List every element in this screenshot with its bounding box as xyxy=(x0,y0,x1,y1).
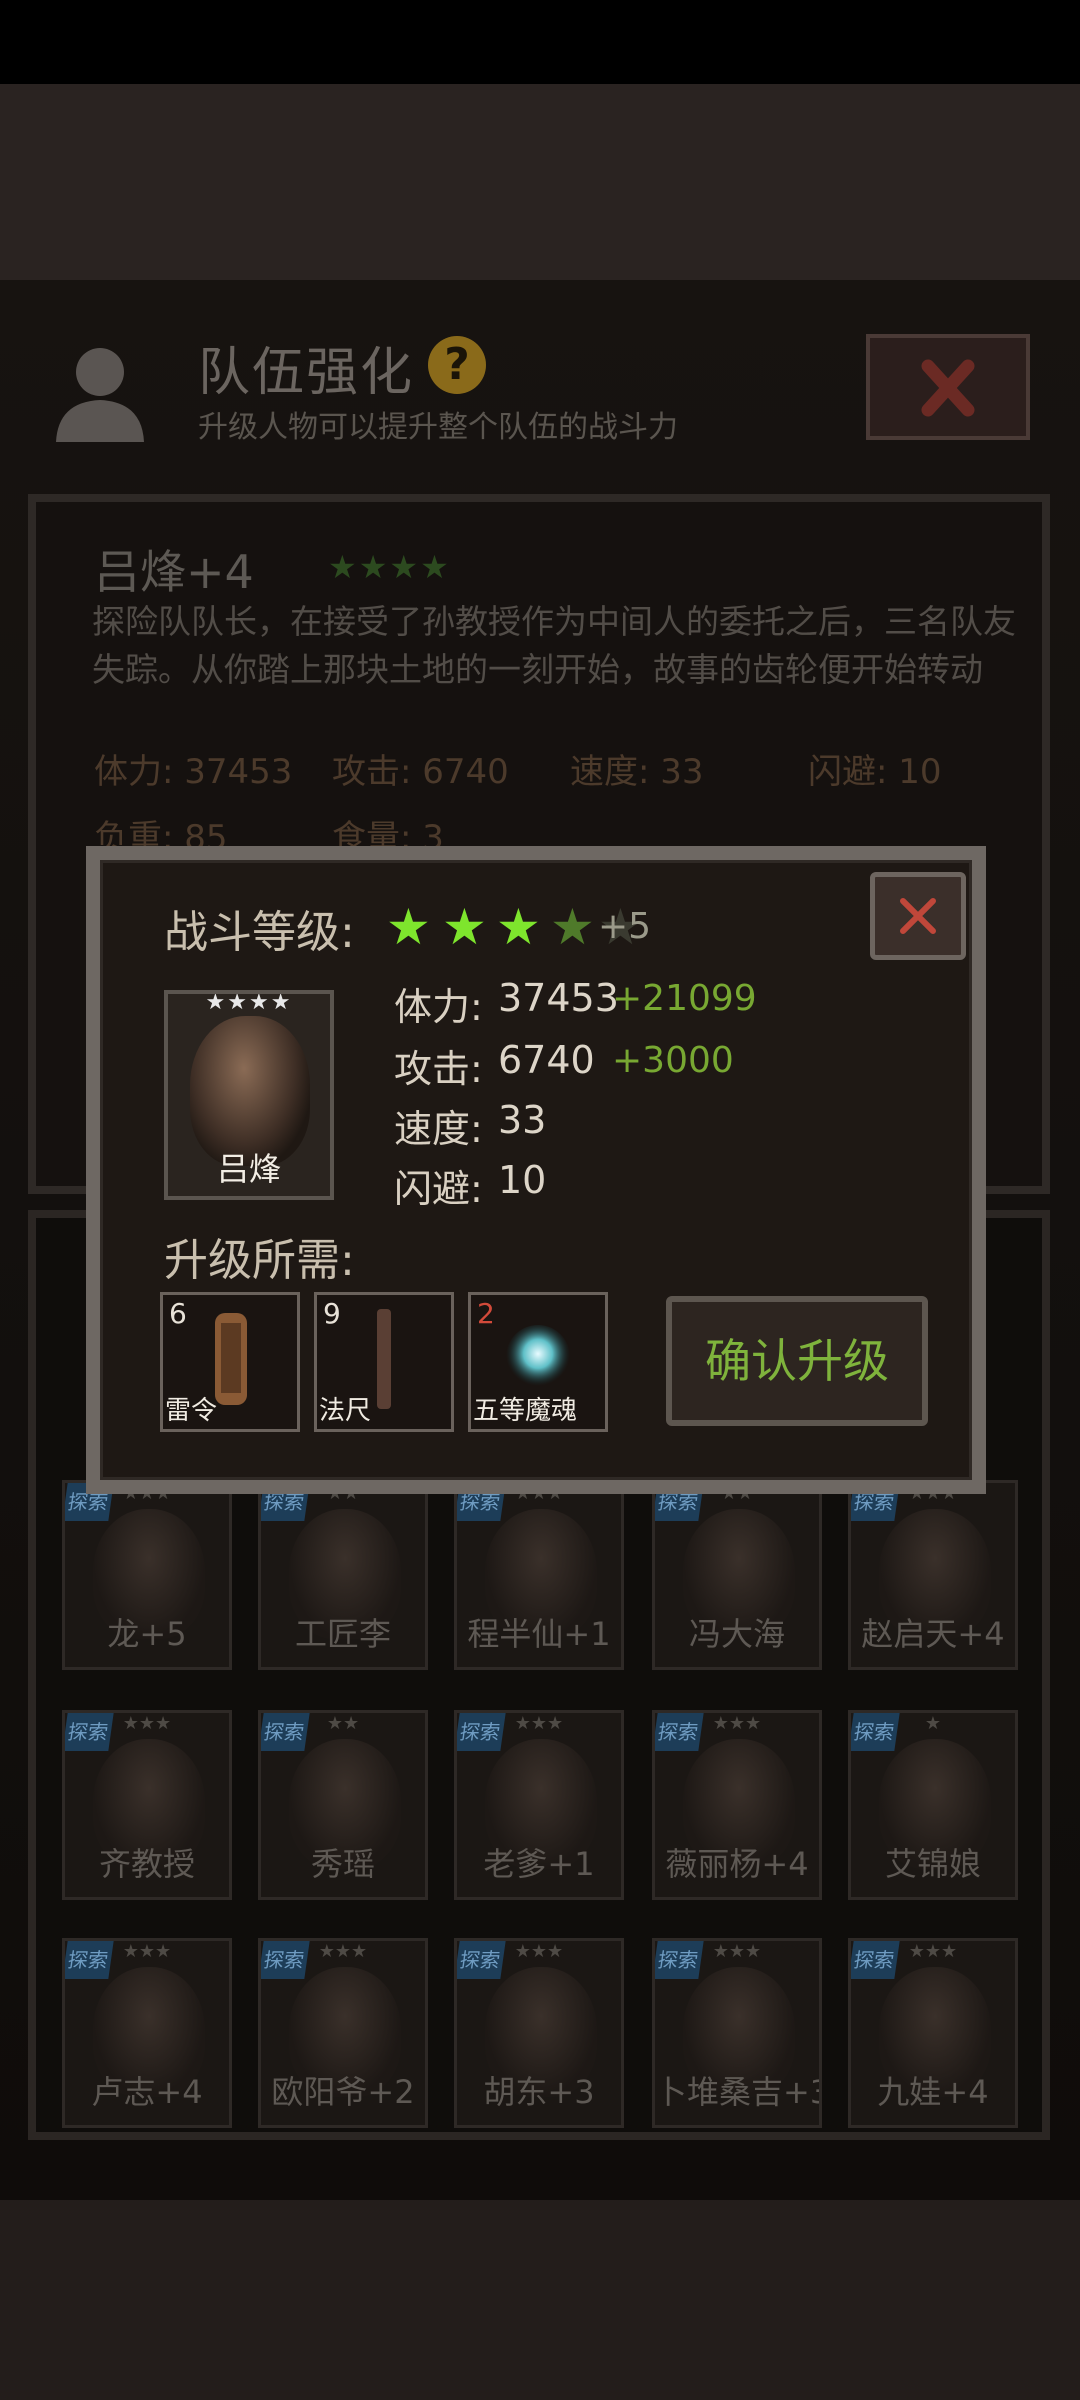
character-name: 吕烽+4 xyxy=(94,545,254,599)
item-name: 五等魔魂 xyxy=(473,1396,578,1426)
item-slot-thunder-token[interactable]: 6 雷令 xyxy=(160,1292,300,1432)
roster-hero-card[interactable]: 探索 ★★★ 欧阳爷+2 xyxy=(258,1938,428,2128)
item-count: 6 xyxy=(169,1297,187,1330)
star-icon: ★ xyxy=(442,898,487,956)
close-icon xyxy=(921,359,975,417)
confirm-upgrade-button[interactable]: 确认升级 xyxy=(666,1296,928,1426)
roster-hero-card[interactable]: 探索★★工匠李 xyxy=(258,1480,428,1670)
roster-hero-card[interactable]: 探索 ★★★ 卢志+4 xyxy=(62,1938,232,2128)
star-icon: ★ xyxy=(386,898,431,956)
portrait-name: 吕烽 xyxy=(216,1150,281,1188)
help-icon[interactable]: ? xyxy=(428,336,486,394)
item-slot-ritual-ruler[interactable]: 9 法尺 xyxy=(314,1292,454,1432)
portrait-stars: ★★★★ xyxy=(205,990,293,1015)
stat-dodge: 闪避: 10 xyxy=(808,752,942,792)
item-count: 9 xyxy=(323,1297,341,1330)
page-title: 队伍强化 xyxy=(198,343,415,403)
hero-name: 龙+5 xyxy=(107,1615,187,1653)
roster-hero-card[interactable]: 探索 ★★★ 卜堆桑吉+3 xyxy=(652,1938,822,2128)
hero-name: 胡东+3 xyxy=(483,2073,595,2111)
star-plus-label: +5 xyxy=(598,906,652,947)
page-subtitle: 升级人物可以提升整个队伍的战斗力 xyxy=(198,410,678,445)
hero-name: 欧阳爷+2 xyxy=(271,2073,415,2111)
hero-stars: ★★★ xyxy=(514,1941,564,1962)
stat-speed: 速度: 33 xyxy=(570,752,704,792)
hero-name: 程半仙+1 xyxy=(467,1615,611,1653)
hero-name: 卜堆桑吉+3 xyxy=(655,2073,822,2111)
top-banner-area xyxy=(0,84,1080,280)
roster-hero-card[interactable]: 探索 ★★ 秀瑶 xyxy=(258,1710,428,1900)
popup-stat-value: 37453 xyxy=(498,976,619,1020)
character-stars: ★★★★ xyxy=(328,548,451,586)
roster-hero-card[interactable]: 探索★★★龙+5 xyxy=(62,1480,232,1670)
character-description: 探险队队长，在接受了孙教授作为中间人的委托之后，三名队友失踪。从你踏上那块土地的… xyxy=(92,602,1016,689)
popup-stat-label: 攻击: xyxy=(394,1047,483,1091)
hero-name: 老爹+1 xyxy=(483,1845,595,1883)
popup-stat-bonus: +3000 xyxy=(612,1040,734,1081)
item-count: 2 xyxy=(477,1297,495,1330)
roster-hero-card[interactable]: 探索 ★★★ 老爹+1 xyxy=(454,1710,624,1900)
popup-stat-value: 6740 xyxy=(498,1038,595,1082)
hero-stars: ★★★ xyxy=(908,1941,958,1962)
hero-stars: ★ xyxy=(924,1713,942,1734)
close-icon xyxy=(900,898,936,934)
roster-hero-card[interactable]: 探索 ★★★ 薇丽杨+4 xyxy=(652,1710,822,1900)
item-name: 法尺 xyxy=(319,1396,372,1426)
combat-level-label: 战斗等级: xyxy=(164,907,355,958)
character-portrait: ★★★★ 吕烽 xyxy=(164,990,334,1200)
stat-hp: 体力: 37453 xyxy=(94,752,293,792)
hero-name: 薇丽杨+4 xyxy=(665,1845,809,1883)
roster-hero-card[interactable]: 探索 ★★★ 九娃+4 xyxy=(848,1938,1018,2128)
popup-stat-value: 10 xyxy=(498,1158,547,1202)
hero-name: 艾锦娘 xyxy=(884,1845,981,1883)
roster-hero-card[interactable]: 探索★★★程半仙+1 xyxy=(454,1480,624,1670)
hero-name: 卢志+4 xyxy=(91,2073,203,2111)
roster-hero-card[interactable]: 探索★★★赵启天+4 xyxy=(848,1480,1018,1670)
popup-stat-label: 体力: xyxy=(394,985,483,1029)
popup-stat-label: 速度: xyxy=(394,1107,483,1151)
star-icon: ★ xyxy=(496,898,541,956)
hero-name: 秀瑶 xyxy=(310,1845,375,1883)
hero-stars: ★★★ xyxy=(514,1713,564,1734)
roster-hero-card[interactable]: 探索 ★★★ 胡东+3 xyxy=(454,1938,624,2128)
hero-stars: ★★★ xyxy=(318,1941,368,1962)
hero-stars: ★★★ xyxy=(122,1941,172,1962)
bottom-banner-area xyxy=(0,2200,1080,2400)
user-silhouette-icon xyxy=(56,348,144,442)
hero-name: 九娃+4 xyxy=(877,2073,989,2111)
roster-hero-card[interactable]: 探索 ★ 艾锦娘 xyxy=(848,1710,1018,1900)
hero-name: 齐教授 xyxy=(98,1845,195,1883)
item-name: 雷令 xyxy=(165,1396,218,1426)
hero-stars: ★★★ xyxy=(712,1713,762,1734)
hero-name: 冯大海 xyxy=(688,1615,785,1653)
close-popup-button[interactable] xyxy=(870,872,966,960)
popup-stat-value: 33 xyxy=(498,1098,547,1142)
hero-name: 赵启天+4 xyxy=(861,1615,1005,1653)
close-page-button[interactable] xyxy=(866,334,1030,440)
roster-hero-card[interactable]: 探索★★冯大海 xyxy=(652,1480,822,1670)
item-slot-soul-orb[interactable]: 2 五等魔魂 xyxy=(468,1292,608,1432)
hero-stars: ★★★ xyxy=(712,1941,762,1962)
requirements-label: 升级所需: xyxy=(164,1235,355,1286)
star-icon: ★ xyxy=(550,898,595,956)
status-bar-area xyxy=(0,0,1080,84)
popup-stat-bonus: +21099 xyxy=(612,978,757,1019)
stat-attack: 攻击: 6740 xyxy=(332,752,509,792)
roster-hero-card[interactable]: 探索 ★★★ 齐教授 xyxy=(62,1710,232,1900)
hero-name: 工匠李 xyxy=(294,1615,391,1653)
hero-stars: ★★ xyxy=(326,1713,360,1734)
popup-stat-label: 闪避: xyxy=(394,1167,483,1211)
hero-stars: ★★★ xyxy=(122,1713,172,1734)
